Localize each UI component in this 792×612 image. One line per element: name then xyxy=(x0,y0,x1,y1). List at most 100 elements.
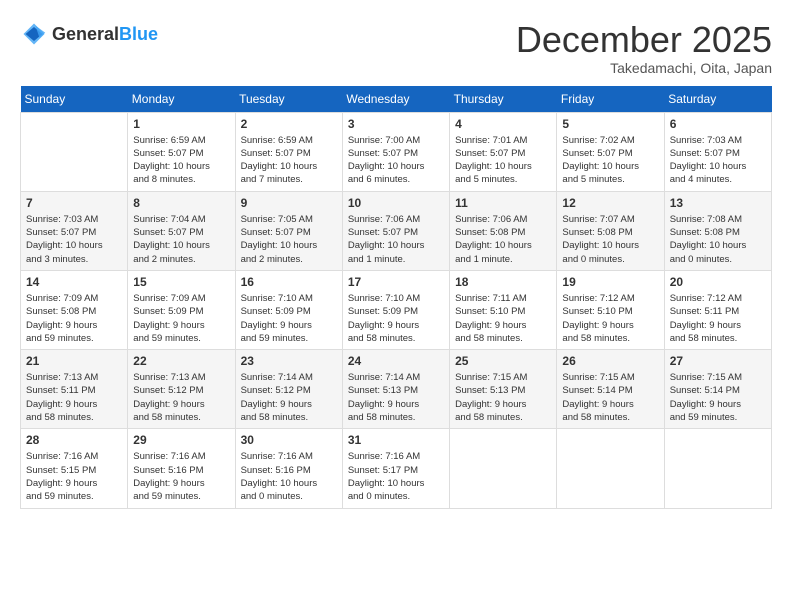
calendar-cell: 28Sunrise: 7:16 AMSunset: 5:15 PMDayligh… xyxy=(21,429,128,508)
week-row-1: 1 Sunrise: 6:59 AMSunset: 5:07 PMDaylight… xyxy=(21,112,772,191)
calendar-cell: 15Sunrise: 7:09 AMSunset: 5:09 PMDayligh… xyxy=(128,270,235,349)
day-info: Sunrise: 7:06 AMSunset: 5:07 PMDaylight:… xyxy=(348,213,444,266)
day-header-tuesday: Tuesday xyxy=(235,86,342,113)
calendar-cell: 9Sunrise: 7:05 AMSunset: 5:07 PMDaylight… xyxy=(235,191,342,270)
day-header-friday: Friday xyxy=(557,86,664,113)
day-info: Sunrise: 7:06 AMSunset: 5:08 PMDaylight:… xyxy=(455,213,551,266)
calendar-cell: 22 Sunrise: 7:13 AMSunset: 5:12 PMDayligh… xyxy=(128,350,235,429)
day-number: 29 xyxy=(133,433,229,447)
day-header-thursday: Thursday xyxy=(450,86,557,113)
calendar-table: SundayMondayTuesdayWednesdayThursdayFrid… xyxy=(20,86,772,509)
calendar-cell: 26 Sunrise: 7:15 AMSunset: 5:14 PMDayligh… xyxy=(557,350,664,429)
calendar-cell: 25Sunrise: 7:15 AMSunset: 5:13 PMDayligh… xyxy=(450,350,557,429)
day-info: Sunrise: 7:16 AMSunset: 5:16 PMDaylight:… xyxy=(241,450,337,503)
calendar-cell: 27 Sunrise: 7:15 AMSunset: 5:14 PMDayligh… xyxy=(664,350,771,429)
day-info: Sunrise: 7:10 AMSunset: 5:09 PMDaylight:… xyxy=(348,292,444,345)
day-number: 14 xyxy=(26,275,122,289)
calendar-cell: 12 Sunrise: 7:07 AMSunset: 5:08 PMDayligh… xyxy=(557,191,664,270)
day-info: Sunrise: 7:04 AMSunset: 5:07 PMDaylight:… xyxy=(133,213,229,266)
day-info: Sunrise: 7:16 AMSunset: 5:16 PMDaylight:… xyxy=(133,450,229,503)
logo: General Blue xyxy=(20,20,158,48)
logo-blue: Blue xyxy=(119,24,158,45)
day-info: Sunrise: 7:16 AMSunset: 5:15 PMDaylight:… xyxy=(26,450,122,503)
day-info: Sunrise: 7:14 AMSunset: 5:12 PMDaylight:… xyxy=(241,371,337,424)
page-header: General Blue December 2025 Takedamachi, … xyxy=(20,20,772,76)
day-info: Sunrise: 7:12 AMSunset: 5:11 PMDaylight:… xyxy=(670,292,766,345)
day-info: Sunrise: 7:13 AMSunset: 5:12 PMDaylight:… xyxy=(133,371,229,424)
calendar-cell: 13Sunrise: 7:08 AMSunset: 5:08 PMDayligh… xyxy=(664,191,771,270)
day-info: Sunrise: 7:00 AMSunset: 5:07 PMDaylight:… xyxy=(348,134,444,187)
day-info: Sunrise: 7:03 AMSunset: 5:07 PMDaylight:… xyxy=(670,134,766,187)
day-header-saturday: Saturday xyxy=(664,86,771,113)
day-info: Sunrise: 7:03 AMSunset: 5:07 PMDaylight:… xyxy=(26,213,122,266)
calendar-cell: 16Sunrise: 7:10 AMSunset: 5:09 PMDayligh… xyxy=(235,270,342,349)
day-number: 1 xyxy=(133,117,229,131)
calendar-cell: 19Sunrise: 7:12 AMSunset: 5:10 PMDayligh… xyxy=(557,270,664,349)
day-number: 5 xyxy=(562,117,658,131)
week-row-2: 7 Sunrise: 7:03 AMSunset: 5:07 PMDaylight… xyxy=(21,191,772,270)
day-number: 17 xyxy=(348,275,444,289)
calendar-cell xyxy=(21,112,128,191)
week-row-3: 14 Sunrise: 7:09 AMSunset: 5:08 PMDayligh… xyxy=(21,270,772,349)
calendar-cell xyxy=(664,429,771,508)
day-number: 12 xyxy=(562,196,658,210)
day-info: Sunrise: 7:01 AMSunset: 5:07 PMDaylight:… xyxy=(455,134,551,187)
day-number: 4 xyxy=(455,117,551,131)
day-number: 22 xyxy=(133,354,229,368)
logo-icon xyxy=(20,20,48,48)
day-header-wednesday: Wednesday xyxy=(342,86,449,113)
day-header-monday: Monday xyxy=(128,86,235,113)
day-number: 10 xyxy=(348,196,444,210)
calendar-cell: 7 Sunrise: 7:03 AMSunset: 5:07 PMDaylight… xyxy=(21,191,128,270)
day-info: Sunrise: 7:13 AMSunset: 5:11 PMDaylight:… xyxy=(26,371,122,424)
day-info: Sunrise: 7:14 AMSunset: 5:13 PMDaylight:… xyxy=(348,371,444,424)
calendar-cell: 21 Sunrise: 7:13 AMSunset: 5:11 PMDayligh… xyxy=(21,350,128,429)
calendar-cell: 8 Sunrise: 7:04 AMSunset: 5:07 PMDaylight… xyxy=(128,191,235,270)
calendar-cell: 14 Sunrise: 7:09 AMSunset: 5:08 PMDayligh… xyxy=(21,270,128,349)
day-number: 23 xyxy=(241,354,337,368)
calendar-cell: 1 Sunrise: 6:59 AMSunset: 5:07 PMDaylight… xyxy=(128,112,235,191)
month-title: December 2025 xyxy=(516,20,772,60)
calendar-cell: 29 Sunrise: 7:16 AMSunset: 5:16 PMDayligh… xyxy=(128,429,235,508)
day-headers-row: SundayMondayTuesdayWednesdayThursdayFrid… xyxy=(21,86,772,113)
day-number: 26 xyxy=(562,354,658,368)
day-info: Sunrise: 6:59 AMSunset: 5:07 PMDaylight:… xyxy=(133,134,229,187)
day-info: Sunrise: 7:12 AMSunset: 5:10 PMDaylight:… xyxy=(562,292,658,345)
day-number: 8 xyxy=(133,196,229,210)
calendar-cell: 31Sunrise: 7:16 AMSunset: 5:17 PMDayligh… xyxy=(342,429,449,508)
day-number: 13 xyxy=(670,196,766,210)
calendar-cell: 24Sunrise: 7:14 AMSunset: 5:13 PMDayligh… xyxy=(342,350,449,429)
day-info: Sunrise: 6:59 AMSunset: 5:07 PMDaylight:… xyxy=(241,134,337,187)
day-number: 11 xyxy=(455,196,551,210)
day-number: 21 xyxy=(26,354,122,368)
calendar-cell: 3 Sunrise: 7:00 AMSunset: 5:07 PMDaylight… xyxy=(342,112,449,191)
day-info: Sunrise: 7:11 AMSunset: 5:10 PMDaylight:… xyxy=(455,292,551,345)
day-info: Sunrise: 7:15 AMSunset: 5:14 PMDaylight:… xyxy=(670,371,766,424)
day-header-sunday: Sunday xyxy=(21,86,128,113)
calendar-cell: 6 Sunrise: 7:03 AMSunset: 5:07 PMDaylight… xyxy=(664,112,771,191)
day-number: 30 xyxy=(241,433,337,447)
day-number: 3 xyxy=(348,117,444,131)
calendar-cell: 23 Sunrise: 7:14 AMSunset: 5:12 PMDayligh… xyxy=(235,350,342,429)
day-number: 9 xyxy=(241,196,337,210)
calendar-cell: 30 Sunrise: 7:16 AMSunset: 5:16 PMDayligh… xyxy=(235,429,342,508)
calendar-cell xyxy=(557,429,664,508)
calendar-cell: 4 Sunrise: 7:01 AMSunset: 5:07 PMDaylight… xyxy=(450,112,557,191)
day-info: Sunrise: 7:15 AMSunset: 5:14 PMDaylight:… xyxy=(562,371,658,424)
calendar-cell: 2Sunrise: 6:59 AMSunset: 5:07 PMDaylight… xyxy=(235,112,342,191)
day-info: Sunrise: 7:15 AMSunset: 5:13 PMDaylight:… xyxy=(455,371,551,424)
day-number: 31 xyxy=(348,433,444,447)
calendar-cell: 20Sunrise: 7:12 AMSunset: 5:11 PMDayligh… xyxy=(664,270,771,349)
day-info: Sunrise: 7:09 AMSunset: 5:08 PMDaylight:… xyxy=(26,292,122,345)
calendar-cell: 11 Sunrise: 7:06 AMSunset: 5:08 PMDayligh… xyxy=(450,191,557,270)
day-number: 7 xyxy=(26,196,122,210)
logo-text: General Blue xyxy=(52,24,158,45)
day-number: 6 xyxy=(670,117,766,131)
logo-general: General xyxy=(52,24,119,45)
day-info: Sunrise: 7:02 AMSunset: 5:07 PMDaylight:… xyxy=(562,134,658,187)
day-number: 15 xyxy=(133,275,229,289)
day-number: 27 xyxy=(670,354,766,368)
week-row-4: 21 Sunrise: 7:13 AMSunset: 5:11 PMDayligh… xyxy=(21,350,772,429)
day-info: Sunrise: 7:07 AMSunset: 5:08 PMDaylight:… xyxy=(562,213,658,266)
calendar-cell: 17 Sunrise: 7:10 AMSunset: 5:09 PMDayligh… xyxy=(342,270,449,349)
